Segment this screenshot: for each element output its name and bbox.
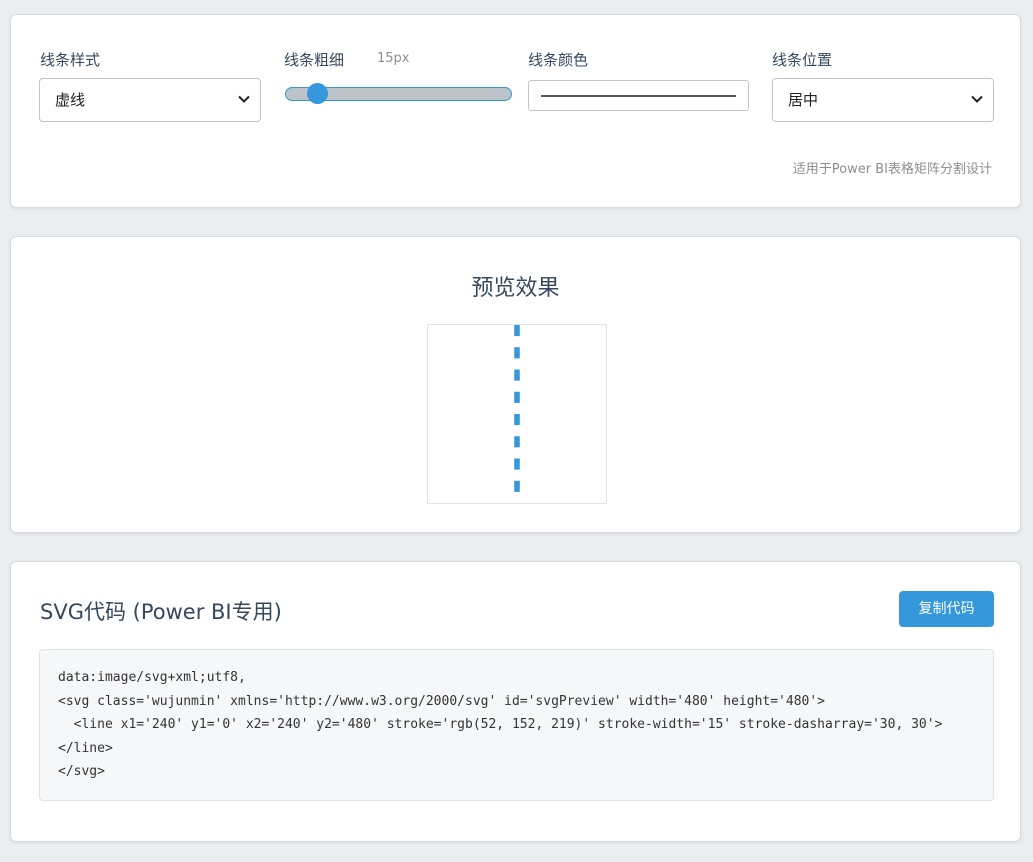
line-style-select[interactable]: 虚线	[39, 78, 261, 122]
line-width-value: 15px	[377, 51, 410, 66]
code-line: <line x1='240' y1='0' x2='240' y2='480' …	[58, 717, 943, 732]
code-panel: SVG代码 (Power BI专用) 复制代码 data:image/svg+x…	[10, 561, 1021, 842]
line-color-label: 线条颜色	[528, 51, 589, 69]
code-line: </line>	[58, 740, 113, 756]
chevron-down-icon	[971, 95, 983, 103]
line-width-slider-thumb[interactable]	[306, 83, 328, 104]
line-position-select[interactable]: 居中	[772, 78, 994, 122]
code-title: SVG代码 (Power BI专用)	[40, 600, 282, 624]
line-style-label: 线条样式	[40, 51, 101, 69]
controls-panel: 线条样式 虚线 线条粗细 15px 线条颜色 线条位置 居中 适用于Power …	[10, 14, 1021, 208]
preview-canvas	[427, 324, 607, 504]
preview-svg	[514, 325, 520, 503]
line-color-picker[interactable]	[528, 80, 749, 111]
line-style-value: 虚线	[55, 91, 86, 109]
code-block[interactable]: data:image/svg+xml;utf8, <svg class='wuj…	[39, 649, 994, 801]
copy-code-button[interactable]: 复制代码	[899, 591, 994, 627]
code-line: <svg class='wujunmin' xmlns='http://www.…	[58, 693, 826, 709]
code-line: data:image/svg+xml;utf8,	[58, 670, 246, 685]
usage-note: 适用于Power BI表格矩阵分割设计	[792, 162, 992, 177]
preview-panel: 预览效果	[10, 236, 1021, 533]
line-position-value: 居中	[788, 91, 819, 109]
preview-title: 预览效果	[471, 276, 560, 301]
color-swatch	[541, 95, 736, 97]
line-width-label: 线条粗细	[284, 51, 345, 69]
code-line: </svg>	[58, 764, 105, 779]
line-position-label: 线条位置	[772, 51, 833, 69]
chevron-down-icon	[238, 95, 250, 103]
